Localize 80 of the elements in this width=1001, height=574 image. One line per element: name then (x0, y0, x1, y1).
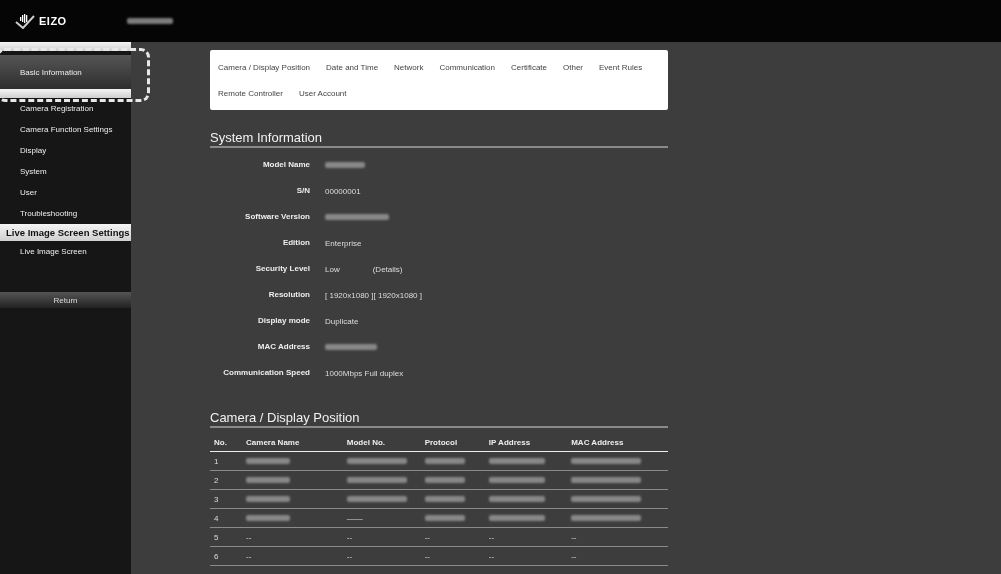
table-cell: -- (484, 546, 568, 566)
table-cell: -- (567, 527, 668, 547)
sidebar-item[interactable]: Basic Information (0, 55, 131, 89)
logo: EIZO (14, 13, 67, 29)
blurred-text (346, 476, 407, 483)
blurred-text (488, 514, 545, 521)
column-header: Model No. (342, 434, 421, 452)
sidebar-item[interactable]: Camera Registration (0, 98, 131, 119)
blurred-text (571, 495, 642, 502)
table-cell: 2 (210, 470, 243, 490)
blurred-text (346, 457, 407, 464)
tab[interactable]: Event Rules (599, 54, 643, 80)
tab[interactable]: Communication (439, 54, 495, 80)
section-title: Camera / Display Position (210, 410, 668, 428)
blurred-text (488, 495, 545, 502)
column-header: IP Address (484, 434, 568, 452)
table-cell: -- (342, 546, 421, 566)
sidebar-item[interactable]: User (0, 182, 131, 203)
field-label: Edition (281, 237, 310, 249)
sidebar-item[interactable]: Camera Function Settings (0, 119, 131, 140)
sidebar-item[interactable]: System (0, 161, 131, 182)
column-header: MAC Address (567, 434, 668, 452)
section-header: Live Image Screen Settings (0, 224, 131, 241)
field-label: Display mode (257, 315, 310, 327)
table-cell: 6 (210, 546, 243, 566)
field-label: Security Level (254, 263, 310, 275)
blurred-text (571, 514, 642, 521)
field-value: Duplicate (325, 316, 359, 326)
details-link[interactable]: (Details) (372, 264, 403, 274)
blurred-text (424, 495, 465, 502)
column-header: Protocol (420, 434, 485, 452)
blurred-text (246, 495, 291, 502)
table-cell: 5 (210, 527, 243, 547)
table-cell: 1 (210, 451, 243, 471)
field-label: Communication Speed (222, 367, 310, 379)
field-label: S/N (295, 185, 310, 197)
field-value: Low (325, 264, 340, 274)
blurred-text (246, 457, 291, 464)
blurred-text (571, 457, 642, 464)
table-cell: -- (420, 527, 485, 547)
tab[interactable]: Remote Controller (218, 80, 283, 106)
column-header: No. (210, 434, 243, 452)
sidebar-item[interactable]: Live Image Screen (0, 241, 131, 262)
tab[interactable]: Camera / Display Position (218, 54, 311, 80)
table-cell: -- (567, 546, 668, 566)
table-cell: —— (342, 508, 421, 528)
field-label: Software Version (244, 211, 310, 223)
section-title: System Information (210, 130, 668, 148)
return-button[interactable]: Return (0, 292, 131, 308)
blurred-text (246, 476, 291, 483)
table-cell: 4 (210, 508, 243, 528)
field-value: 00000001 (325, 186, 361, 196)
table-cell: -- (484, 527, 568, 547)
blurred-text (488, 457, 545, 464)
tab[interactable]: Network (394, 54, 424, 80)
field-label: Model Name (261, 159, 310, 171)
blurred-text (346, 495, 407, 502)
table-cell: 3 (210, 489, 243, 509)
blurred-text (424, 476, 465, 483)
field-label: MAC Address (256, 341, 310, 353)
tab[interactable]: Certificate (511, 54, 547, 80)
table-cell: -- (420, 546, 485, 566)
field-value: Enterprise (325, 238, 362, 248)
field-label: Resolution (267, 289, 310, 301)
blurred-text (246, 514, 291, 521)
sidebar-item[interactable]: Troubleshooting (0, 203, 131, 224)
table-cell: -- (342, 527, 421, 547)
table-cell: -- (242, 527, 343, 547)
table-cell: -- (242, 546, 343, 566)
blurred-text (424, 514, 465, 521)
tab[interactable]: Date and Time (326, 54, 379, 80)
blurred-text (488, 476, 545, 483)
field-value: 1000Mbps Full duplex (325, 368, 404, 378)
blurred-text (424, 457, 465, 464)
blurred-text (571, 476, 642, 483)
tab[interactable]: Other (563, 54, 584, 80)
column-header: Camera Name (242, 434, 343, 452)
sidebar-item[interactable]: Display (0, 140, 131, 161)
field-value: [ 1920x1080 ][ 1920x1080 ] (325, 290, 422, 300)
tab[interactable]: User Account (298, 80, 347, 106)
